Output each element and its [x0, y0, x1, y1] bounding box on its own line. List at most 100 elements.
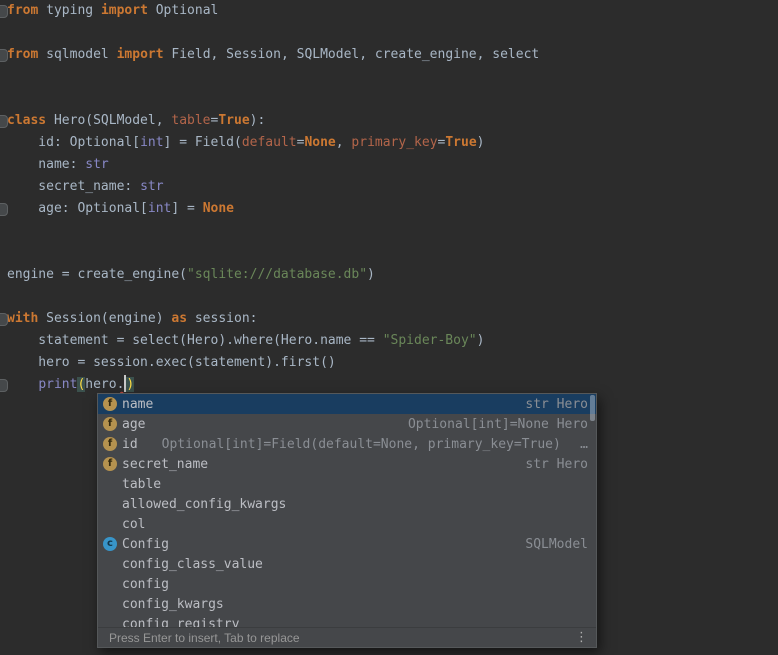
code-line[interactable]: [0, 286, 778, 308]
code-token: ] = Field(: [164, 135, 242, 150]
code-line[interactable]: engine = create_engine("sqlite:///databa…: [0, 264, 778, 286]
code-line[interactable]: age: Optional[int] = None: [0, 198, 778, 220]
code-token: [7, 377, 38, 392]
code-line[interactable]: secret_name: str: [0, 176, 778, 198]
code-line[interactable]: [0, 66, 778, 88]
code-token: print: [38, 377, 77, 392]
code-token: ): [367, 267, 375, 282]
completion-item-label: Config: [122, 537, 169, 552]
completion-item-label: name: [122, 397, 153, 412]
icon-placeholder: [103, 597, 117, 611]
code-line[interactable]: id: Optional[int] = Field(default=None, …: [0, 132, 778, 154]
code-token: str: [85, 157, 108, 172]
code-token: ] =: [171, 201, 202, 216]
completion-item-type: str Hero: [515, 457, 588, 472]
completion-popup: fnamestr HerofageOptional[int]=None Hero…: [97, 393, 597, 648]
completion-item[interactable]: config_kwargs: [98, 594, 596, 614]
completion-item-label: col: [122, 517, 145, 532]
gutter-icon[interactable]: [0, 49, 8, 62]
completion-item[interactable]: table: [98, 474, 596, 494]
scrollbar-thumb[interactable]: [590, 395, 595, 421]
code-token: "Spider-Boy": [383, 333, 477, 348]
completion-item[interactable]: cConfigSQLModel: [98, 534, 596, 554]
gutter-icon[interactable]: [0, 203, 8, 216]
code-token: secret_name:: [7, 179, 140, 194]
code-token: typing: [38, 3, 101, 18]
code-line[interactable]: name: str: [0, 154, 778, 176]
completion-item[interactable]: config: [98, 574, 596, 594]
completion-item-label: age: [122, 417, 145, 432]
code-line[interactable]: [0, 220, 778, 242]
code-line[interactable]: class Hero(SQLModel, table=True):: [0, 110, 778, 132]
completion-hint-bar: Press Enter to insert, Tab to replace ⋮: [98, 627, 596, 647]
code-token: Session(engine): [38, 311, 171, 326]
code-token: Optional: [148, 3, 218, 18]
code-token: True: [218, 113, 249, 128]
code-token: import: [101, 3, 148, 18]
code-token: from: [7, 47, 38, 62]
completion-item[interactable]: fageOptional[int]=None Hero: [98, 414, 596, 434]
class-icon: c: [103, 537, 117, 551]
gutter-icon[interactable]: [0, 115, 8, 128]
code-token: hero = session.exec(statement).first(): [7, 355, 336, 370]
code-line[interactable]: [0, 242, 778, 264]
completion-item[interactable]: config_class_value: [98, 554, 596, 574]
icon-placeholder: [103, 497, 117, 511]
code-token: None: [304, 135, 335, 150]
code-token: from: [7, 3, 38, 18]
code-token: age: Optional[: [7, 201, 148, 216]
field-icon: f: [103, 397, 117, 411]
code-token: "sqlite:///database.db": [187, 267, 367, 282]
completion-item-label: id: [122, 437, 138, 452]
completion-item-label: allowed_config_kwargs: [122, 497, 286, 512]
code-token: ): [477, 333, 485, 348]
code-lines-container: from typing import Optional from sqlmodel…: [0, 0, 778, 396]
completion-item[interactable]: fid Optional[int]=Field(default=None, pri…: [98, 434, 596, 454]
code-line[interactable]: [0, 88, 778, 110]
code-token: str: [140, 179, 163, 194]
completion-item-label: config_class_value: [122, 557, 263, 572]
gutter-icon[interactable]: [0, 5, 8, 18]
code-token: with: [7, 311, 38, 326]
code-token: .: [117, 377, 125, 392]
completion-list[interactable]: fnamestr HerofageOptional[int]=None Hero…: [98, 394, 596, 627]
completion-item[interactable]: config_registry: [98, 614, 596, 627]
code-token: ):: [250, 113, 266, 128]
more-options-icon[interactable]: ⋮: [575, 631, 588, 644]
completion-item[interactable]: f secret_name str Hero: [98, 454, 596, 474]
code-line[interactable]: hero = session.exec(statement).first(): [0, 352, 778, 374]
code-line[interactable]: statement = select(Hero).where(Hero.name…: [0, 330, 778, 352]
code-token: session:: [187, 311, 257, 326]
completion-item-label: config: [122, 577, 169, 592]
code-token: engine = create_engine(: [7, 267, 187, 282]
completion-item-signature: Optional[int]=Field(default=None, primar…: [162, 437, 561, 452]
field-icon: f: [103, 437, 117, 451]
gutter-icon[interactable]: [0, 379, 8, 392]
completion-item[interactable]: allowed_config_kwargs: [98, 494, 596, 514]
code-token: Hero(SQLModel,: [46, 113, 171, 128]
completion-item-label: secret_name: [122, 457, 208, 472]
code-token: class: [7, 113, 46, 128]
code-token: table: [171, 113, 210, 128]
completion-item-label: table: [122, 477, 161, 492]
code-token: ): [126, 377, 134, 392]
code-token: int: [140, 135, 163, 150]
field-icon: f: [103, 457, 117, 471]
code-token: ,: [336, 135, 352, 150]
code-token: default: [242, 135, 297, 150]
code-line[interactable]: [0, 22, 778, 44]
code-line[interactable]: with Session(engine) as session:: [0, 308, 778, 330]
code-line[interactable]: from sqlmodel import Field, Session, SQL…: [0, 44, 778, 66]
completion-item-type: …: [570, 437, 588, 452]
code-token: hero: [85, 377, 116, 392]
completion-item[interactable]: col: [98, 514, 596, 534]
icon-placeholder: [103, 577, 117, 591]
code-token: int: [148, 201, 171, 216]
completion-item[interactable]: fname str Hero: [98, 394, 596, 414]
field-icon: f: [103, 417, 117, 431]
code-line[interactable]: from typing import Optional: [0, 0, 778, 22]
gutter-icon[interactable]: [0, 313, 8, 326]
completion-item-label: config_registry: [122, 617, 239, 628]
code-token: Field, Session, SQLModel, create_engine,…: [164, 47, 540, 62]
completion-item-type: str Hero: [515, 397, 588, 412]
